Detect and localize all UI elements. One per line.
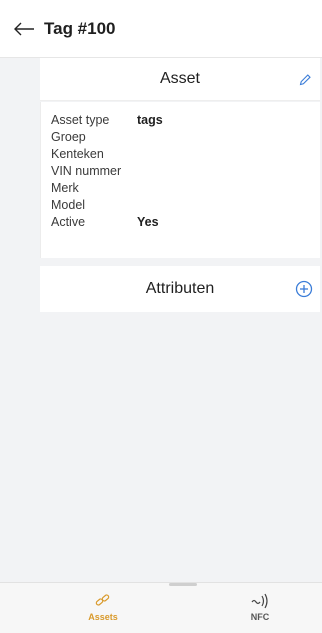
arrow-left-icon bbox=[14, 22, 34, 35]
detail-label: VIN nummer bbox=[51, 164, 122, 178]
edit-button[interactable] bbox=[296, 71, 314, 89]
attributes-card-title: Attributen bbox=[145, 280, 215, 297]
detail-label: Asset type bbox=[51, 113, 110, 127]
detail-row-model: Model bbox=[51, 197, 320, 214]
nav-label-assets: Assets bbox=[88, 612, 118, 622]
detail-row-active: Active Yes bbox=[51, 214, 320, 231]
pencil-icon bbox=[299, 74, 311, 86]
nfc-icon bbox=[251, 593, 268, 609]
asset-card: Asset bbox=[40, 58, 320, 101]
detail-row-kenteken: Kenteken bbox=[51, 146, 320, 163]
detail-label: Groep bbox=[51, 130, 86, 144]
detail-row-groep: Groep bbox=[51, 129, 320, 146]
asset-card-title: Asset bbox=[159, 70, 200, 87]
detail-label: Merk bbox=[51, 181, 79, 195]
app-bar: Tag #100 bbox=[0, 0, 322, 58]
detail-row-vin-nummer: VIN nummer bbox=[51, 163, 320, 180]
detail-row-asset-type: Asset type tags bbox=[51, 112, 320, 129]
asset-details: Asset type tags Groep Kenteken VIN numme… bbox=[40, 102, 320, 258]
add-attribute-button[interactable] bbox=[294, 279, 314, 299]
plus-circle-icon bbox=[295, 280, 313, 298]
asset-card-header: Asset bbox=[40, 58, 320, 101]
link-icon bbox=[95, 594, 110, 606]
nav-item-assets[interactable]: Assets bbox=[73, 593, 133, 622]
detail-label: Active bbox=[51, 215, 86, 229]
detail-row-merk: Merk bbox=[51, 180, 320, 197]
detail-label: Model bbox=[51, 198, 86, 212]
page-title: Tag #100 bbox=[44, 18, 116, 38]
drag-handle[interactable] bbox=[169, 583, 197, 586]
back-button[interactable] bbox=[12, 17, 36, 41]
bottom-navigation: Assets NFC bbox=[0, 582, 322, 633]
detail-value: Yes bbox=[137, 215, 159, 229]
attributes-card: Attributen bbox=[40, 266, 320, 312]
detail-label: Kenteken bbox=[51, 147, 104, 161]
detail-value: tags bbox=[137, 113, 163, 127]
nav-label-nfc: NFC bbox=[250, 612, 270, 622]
nav-item-nfc[interactable]: NFC bbox=[230, 593, 290, 622]
